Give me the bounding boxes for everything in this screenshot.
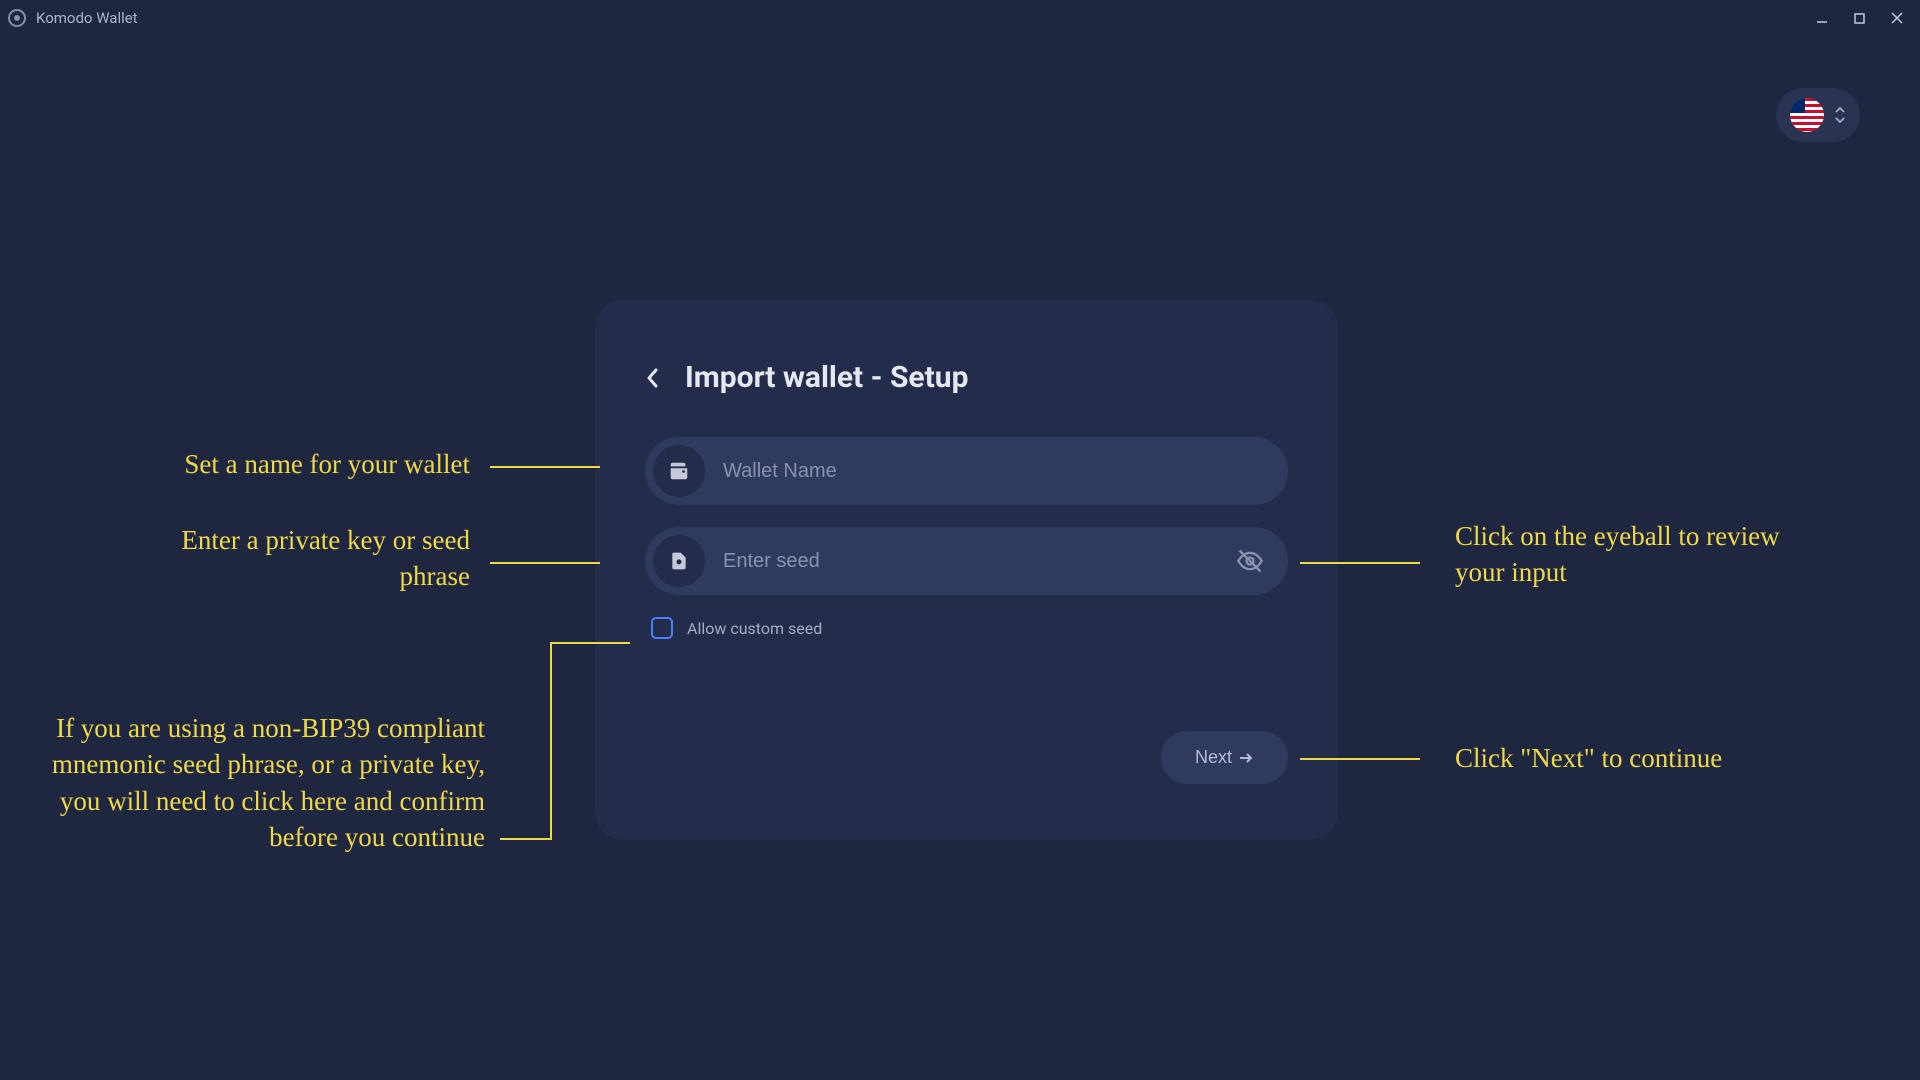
annotation-line [550, 642, 552, 840]
next-button-label: Next [1195, 747, 1232, 768]
language-selector[interactable] [1776, 88, 1860, 142]
annotation-next: Click "Next" to continue [1455, 740, 1855, 776]
maximize-button[interactable] [1853, 11, 1866, 25]
window-controls [1815, 11, 1912, 25]
annotation-line [550, 642, 630, 644]
card-title: Import wallet - Setup [685, 360, 968, 395]
file-key-icon [653, 535, 705, 587]
arrow-right-icon [1238, 750, 1254, 766]
annotation-eye: Click on the eyeball to review your inpu… [1455, 518, 1825, 591]
titlebar: Komodo Wallet [0, 0, 1920, 36]
annotation-custom-seed: If you are using a non-BIP39 compliant m… [50, 710, 485, 856]
annotation-seed: Enter a private key or seed phrase [120, 522, 470, 595]
import-wallet-card: Import wallet - Setup Allow custom seed … [595, 300, 1338, 840]
annotation-line [490, 466, 600, 468]
allow-custom-seed-row: Allow custom seed [651, 617, 1288, 639]
seed-row [645, 527, 1288, 595]
next-button[interactable]: Next [1161, 731, 1288, 784]
allow-custom-seed-label: Allow custom seed [687, 619, 822, 638]
wallet-icon [653, 445, 705, 497]
annotation-wallet-name: Set a name for your wallet [50, 446, 470, 482]
titlebar-left: Komodo Wallet [8, 9, 138, 27]
app-title: Komodo Wallet [36, 9, 138, 27]
app-icon [8, 9, 26, 27]
minimize-button[interactable] [1815, 11, 1829, 25]
wallet-name-input[interactable] [723, 460, 1270, 483]
flag-us-icon [1790, 98, 1824, 132]
back-button[interactable] [645, 366, 661, 390]
annotation-line [500, 838, 550, 840]
allow-custom-seed-checkbox[interactable] [651, 617, 673, 639]
close-button[interactable] [1890, 11, 1904, 25]
card-header: Import wallet - Setup [645, 360, 1288, 395]
annotation-line [490, 562, 600, 564]
seed-input[interactable] [723, 550, 1230, 573]
annotation-line [1300, 758, 1420, 760]
annotation-line [1300, 562, 1420, 564]
visibility-toggle-icon[interactable] [1230, 541, 1270, 581]
wallet-name-row [645, 437, 1288, 505]
chevron-updown-icon [1834, 106, 1846, 124]
